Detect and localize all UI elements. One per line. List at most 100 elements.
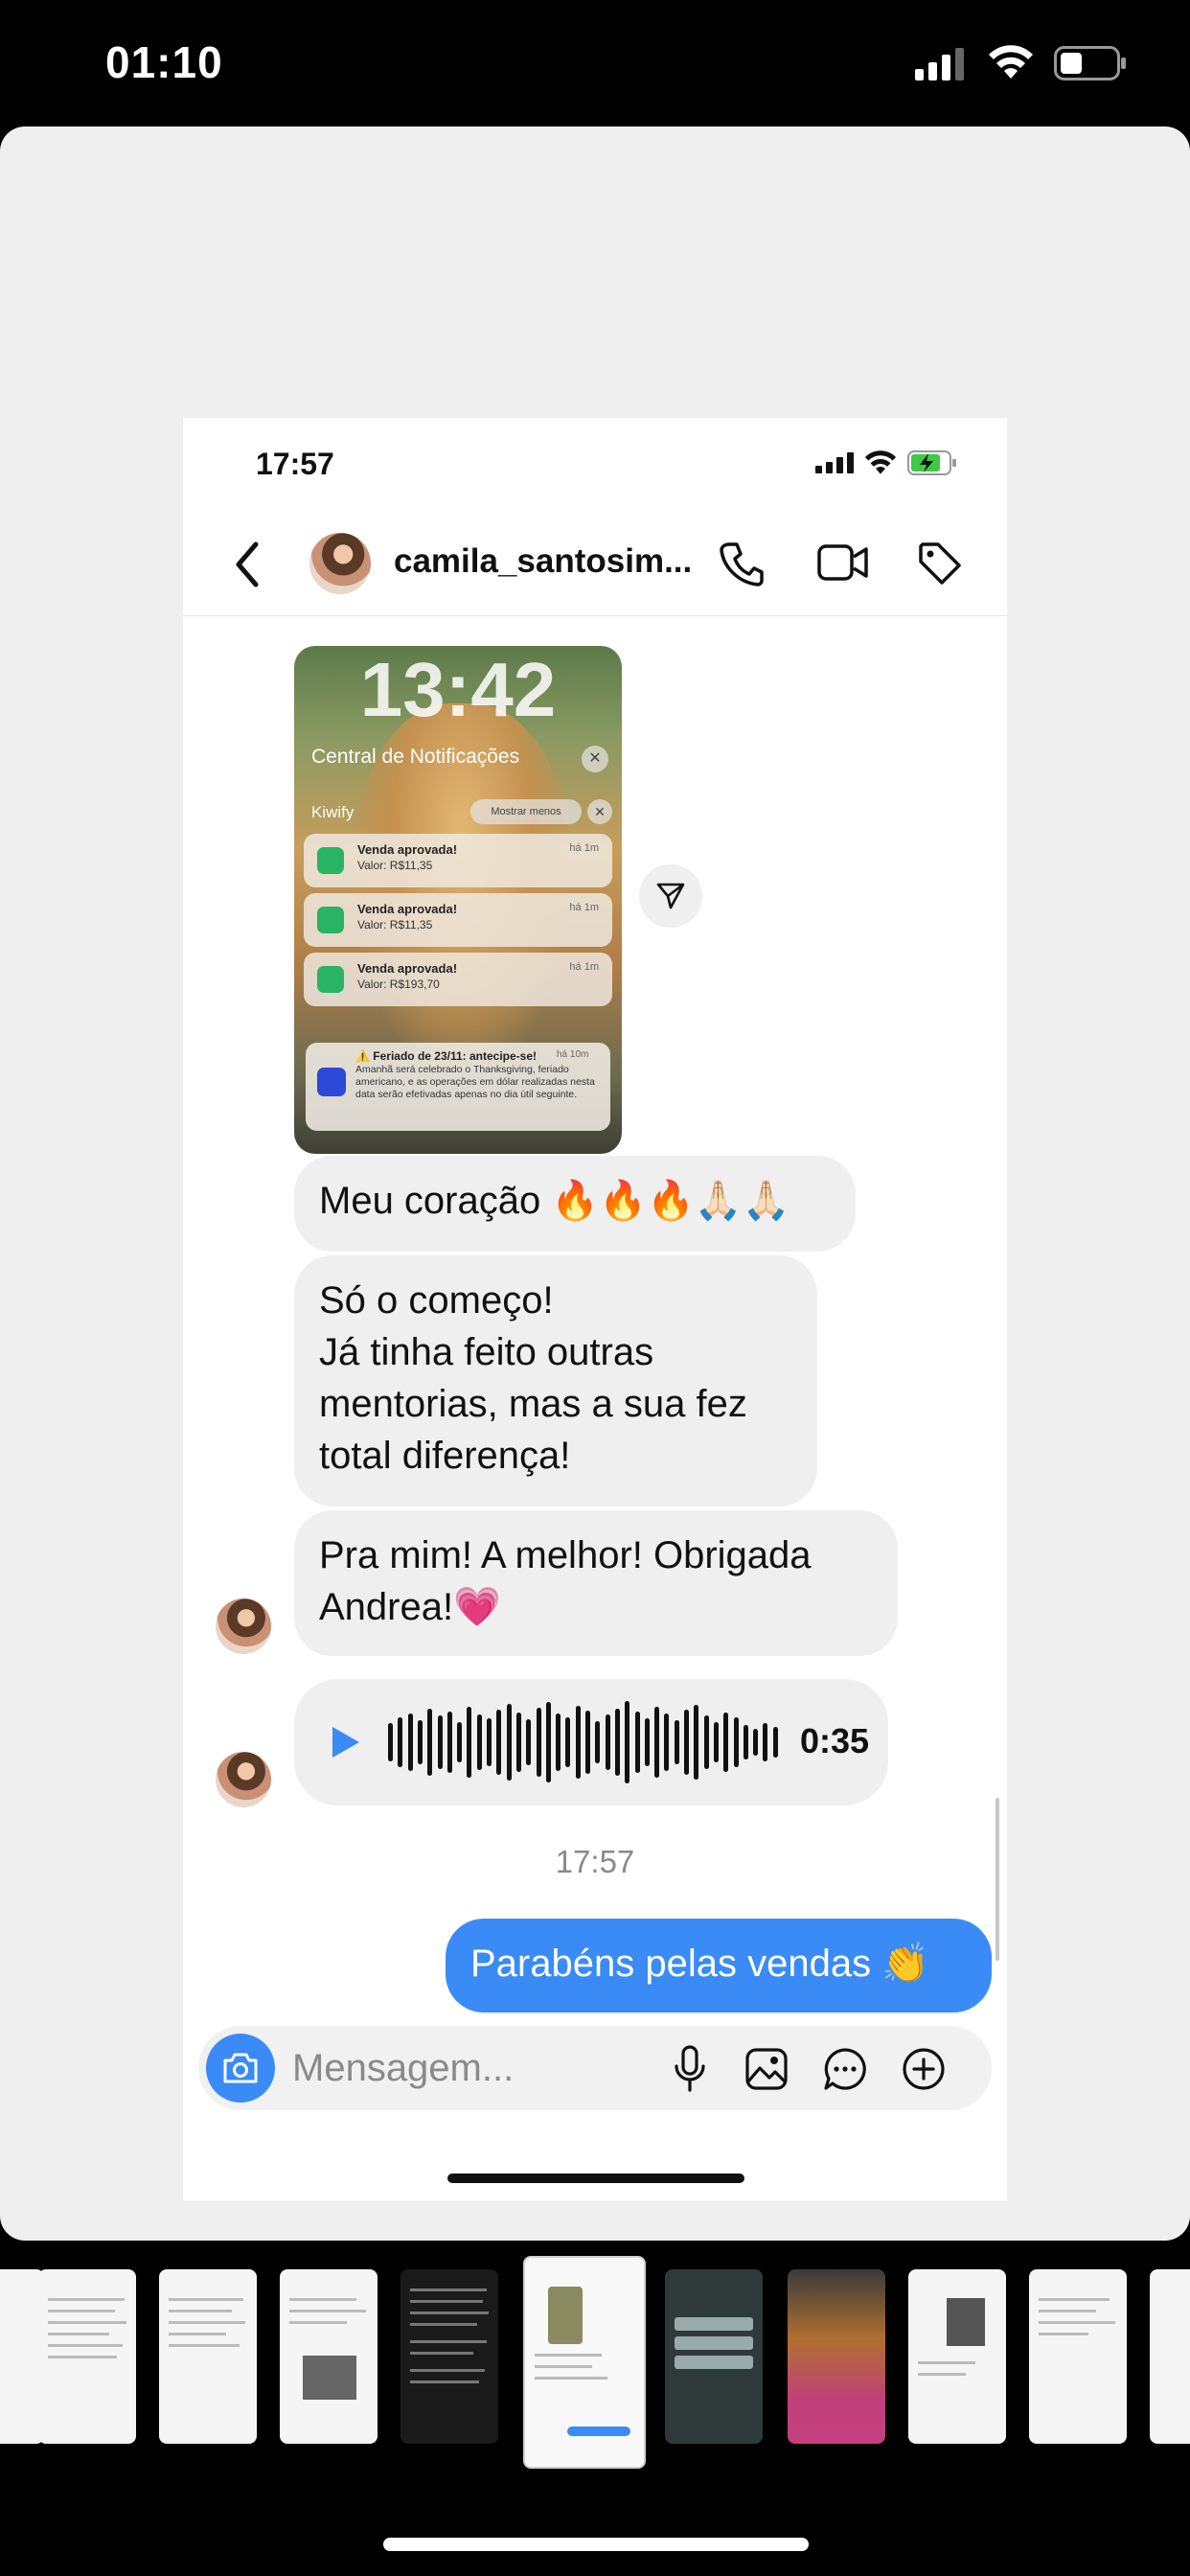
add-plus-icon[interactable] [902,2047,946,2091]
notification-center-title: Central de Notificações [311,746,520,768]
notification-body: Valor: R$193,70 [357,978,440,991]
message-bubble[interactable]: Só o começo! Já tinha feito outras mento… [294,1255,817,1506]
waveform-bar [625,1701,630,1783]
bank-app-icon [317,1068,346,1096]
waveform-bar [526,1719,532,1765]
waveform-bar [674,1720,679,1764]
kiwify-label: Kiwify [311,803,355,821]
notification-time: há 1m [569,961,599,973]
inner-home-indicator [447,2174,744,2183]
battery-icon [1054,46,1126,80]
microphone-icon[interactable] [674,2045,706,2093]
waveform-bar [763,1723,768,1761]
close-icon: ✕ [582,746,608,772]
viewer-card: 17:57 camila_santosim... 13:42 Central d… [0,126,1190,2241]
waveform-bar [614,1709,620,1776]
waveform-bar [694,1705,699,1780]
waveform-bar [703,1715,709,1769]
notification-time: há 1m [569,902,599,913]
waveform-bar [556,1714,561,1771]
bank-notification-title: ⚠️ Feriado de 23/11: antecipe-se! [355,1049,538,1063]
thumbnail[interactable] [159,2269,257,2444]
waveform-bar [585,1711,590,1774]
back-chevron-icon[interactable] [233,540,262,588]
play-icon[interactable] [329,1725,361,1760]
contact-username[interactable]: camila_santosim... [394,542,692,581]
sender-avatar [216,1752,271,1807]
notification-title: Venda aprovada! [357,902,458,916]
waveform-bar [467,1707,472,1778]
chat-screenshot[interactable]: 17:57 camila_santosim... 13:42 Central d… [183,418,1007,2200]
waveform-bar [476,1714,482,1770]
waveform-bar [417,1720,423,1764]
waveform-bar [407,1714,413,1771]
waveform-bar [595,1721,601,1763]
sticker-chat-icon[interactable] [823,2047,867,2091]
waveform-bar [506,1704,512,1781]
message-bubble[interactable]: Pra mim! A melhor! Obrigada Andrea!💗 [294,1510,898,1656]
audio-duration: 0:35 [800,1721,870,1760]
thumbnail[interactable] [908,2269,1006,2444]
audio-message[interactable]: 0:35 [294,1679,888,1806]
camera-icon [223,2053,258,2083]
notification-title: Venda aprovada! [357,961,458,976]
phone-call-icon[interactable] [720,540,764,586]
bank-notification-body: Amanhã será celebrado o Thanksgiving, fe… [355,1064,595,1100]
thumbnail[interactable] [400,2269,498,2444]
sent-message-bubble[interactable]: Parabéns pelas vendas 👏 [446,1919,992,2012]
waveform-bar [664,1714,670,1771]
thumbnail[interactable] [1029,2269,1127,2444]
kiwify-app-icon [317,966,344,993]
waveform-bar [575,1706,581,1779]
notification-card: Venda aprovada! Valor: R$11,35 há 1m [304,834,612,887]
camera-button[interactable] [206,2034,275,2103]
lockscreen-time: 13:42 [359,647,557,732]
waveform-bar [536,1708,541,1777]
waveform-bar [565,1717,571,1767]
thumbnail[interactable] [280,2269,378,2444]
thumbnail[interactable] [665,2269,763,2444]
message-bubble[interactable]: Meu coração 🔥🔥🔥🙏🏻🙏🏻 [294,1156,856,1252]
home-indicator [383,2538,809,2551]
notification-card: Venda aprovada! Valor: R$11,35 há 1m [304,893,612,947]
inner-signal-icon [815,452,854,473]
waveform-bar [388,1723,393,1761]
waveform-bar [743,1725,748,1760]
waveform-bar [487,1718,492,1766]
waveform-bar [684,1710,689,1775]
gallery-icon[interactable] [744,2047,789,2091]
waveform-bar [496,1710,502,1775]
share-button[interactable] [639,864,702,928]
contact-avatar[interactable] [309,533,371,594]
bank-notification-time: há 10m [557,1049,589,1060]
notification-body: Valor: R$11,35 [357,918,433,932]
tag-icon[interactable] [917,540,963,586]
thumbnail-selected[interactable] [523,2256,646,2469]
waveform-bar [446,1712,452,1773]
notification-body: Valor: R$11,35 [357,859,433,872]
waveform-bar [733,1717,739,1767]
waveform-bar [654,1707,660,1778]
video-call-icon[interactable] [817,542,869,583]
inner-wifi-icon [864,450,897,474]
message-composer[interactable]: Mensagem... [198,2026,992,2110]
waveform-bar [753,1729,759,1756]
audio-waveform [388,1696,783,1788]
inner-status-time: 17:57 [256,447,334,481]
thumbnail[interactable] [788,2269,885,2444]
kiwify-app-icon [317,847,344,874]
close-group-icon: ✕ [587,799,612,824]
sender-avatar [216,1598,271,1654]
thumbnail[interactable] [38,2269,136,2444]
waveform-bar [457,1722,463,1762]
inner-battery-charging-icon [907,450,956,475]
waveform-bar [634,1712,640,1773]
waveform-bar [605,1714,610,1770]
send-arrow-icon [656,883,685,909]
chat-header: camila_santosim... [183,510,1007,616]
show-less-pill: Mostrar menos [470,799,582,824]
shared-image-message[interactable]: 13:42 Central de Notificações ✕ Kiwify M… [294,646,622,1154]
message-input[interactable]: Mensagem... [292,2047,514,2090]
thumbnail[interactable] [1150,2269,1190,2444]
notification-card: Venda aprovada! Valor: R$193,70 há 1m [304,953,612,1006]
